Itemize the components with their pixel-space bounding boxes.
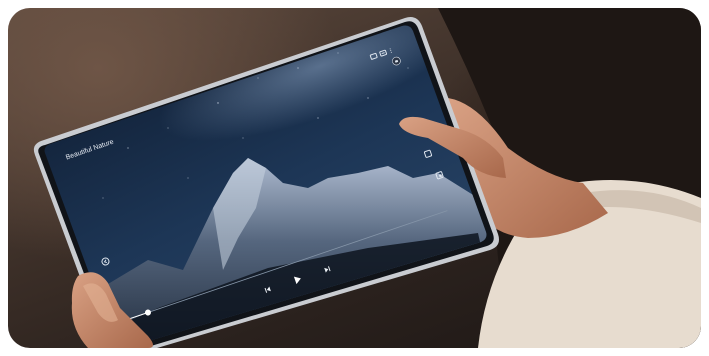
photo-frame: Beautiful Nature xyxy=(8,8,701,348)
scene-illustration: Beautiful Nature xyxy=(33,8,701,348)
nav-back-icon[interactable] xyxy=(198,336,203,342)
pip-icon[interactable] xyxy=(435,171,444,180)
